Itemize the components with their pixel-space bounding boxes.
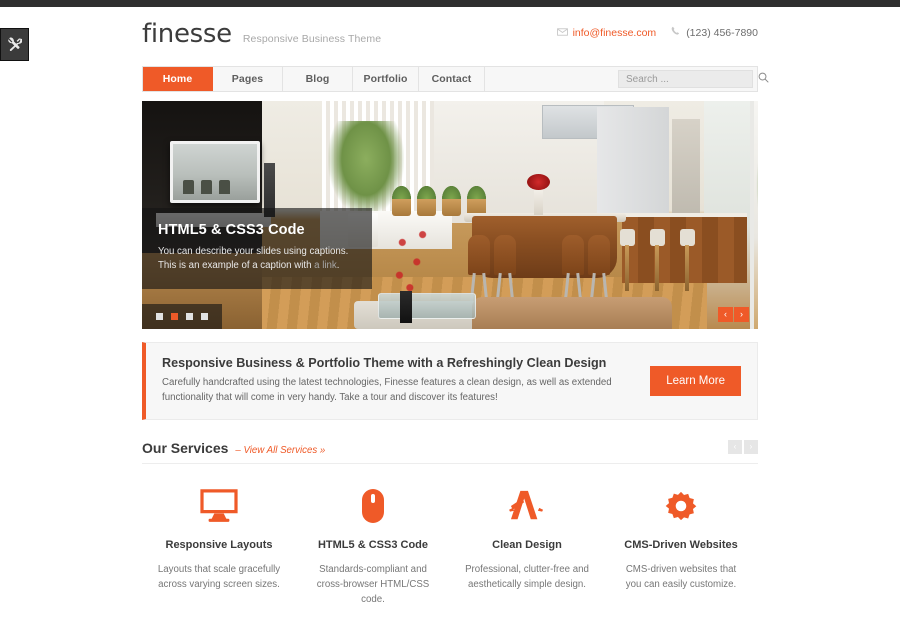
header-email[interactable]: info@finesse.com bbox=[556, 27, 657, 39]
service-name: HTML5 & CSS3 Code bbox=[317, 539, 428, 552]
service-desc: Professional, clutter-free and aesthetic… bbox=[465, 564, 589, 591]
phone-number: (123) 456-7890 bbox=[686, 26, 758, 39]
nav-item-portfolio[interactable]: Portfolio bbox=[353, 67, 419, 91]
email-link[interactable]: info@finesse.com bbox=[573, 27, 657, 39]
callout-banner: Responsive Business & Portfolio Theme wi… bbox=[142, 342, 758, 421]
monitor-icon bbox=[156, 486, 282, 526]
phone-icon bbox=[671, 26, 681, 39]
slider-arrow-controls: ‹ › bbox=[718, 307, 749, 322]
learn-more-button[interactable]: Learn More bbox=[650, 365, 741, 396]
services-section-header: Our Services – View All Services » ‹ › bbox=[142, 420, 758, 465]
header-phone: (123) 456-7890 bbox=[671, 26, 758, 39]
slider-next-chevron-right-icon[interactable]: › bbox=[734, 307, 749, 322]
nav-item-pages[interactable]: Pages bbox=[213, 67, 283, 91]
hero-slider[interactable]: HTML5 & CSS3 Code You can describe your … bbox=[142, 101, 758, 329]
service-desc: Standards-compliant and cross-browser HT… bbox=[316, 564, 430, 606]
slide-caption-tail: . bbox=[336, 259, 340, 271]
envelope-icon bbox=[556, 27, 568, 39]
nav-item-home[interactable]: Home bbox=[143, 67, 213, 91]
pencil-ruler-icon bbox=[464, 486, 590, 526]
callout-body: Responsive Business & Portfolio Theme wi… bbox=[162, 356, 634, 405]
recent-work-section-header: Recent Work – View All Projects » ‹ › bbox=[142, 607, 758, 627]
header-contact-info: info@finesse.com (123) 456-7890 bbox=[556, 26, 758, 39]
view-all-services-link[interactable]: – View All Services » bbox=[235, 445, 325, 456]
services-prev-chevron-left-icon[interactable]: ‹ bbox=[728, 440, 742, 455]
slider-dot-3[interactable] bbox=[186, 313, 193, 320]
search-icon[interactable] bbox=[758, 70, 769, 88]
slide-caption-title: HTML5 & CSS3 Code bbox=[158, 221, 305, 238]
service-item-cms-driven-websites[interactable]: CMS-Driven Websites CMS-driven websites … bbox=[604, 486, 758, 607]
callout-text: Carefully handcrafted using the latest t… bbox=[162, 377, 612, 403]
service-item-clean-design[interactable]: Clean Design Professional, clutter-free … bbox=[450, 486, 604, 607]
site-header: finesse Responsive Business Theme info@f… bbox=[120, 7, 780, 57]
tools-badge-button[interactable] bbox=[0, 28, 29, 61]
main-navigation: Home Pages Blog Portfolio Contact bbox=[142, 66, 769, 92]
services-arrow-controls: ‹ › bbox=[728, 440, 758, 455]
service-name: Responsive Layouts bbox=[165, 539, 273, 552]
slider-dot-1[interactable] bbox=[156, 313, 163, 320]
service-desc: Layouts that scale gracefully across var… bbox=[157, 564, 281, 591]
services-section: Our Services – View All Services » ‹ › R… bbox=[142, 420, 758, 607]
gear-icon bbox=[618, 486, 744, 526]
slider-pagination-dots bbox=[142, 304, 222, 329]
service-name: CMS-Driven Websites bbox=[624, 539, 738, 552]
slide-caption: HTML5 & CSS3 Code You can describe your … bbox=[142, 207, 372, 289]
website-page: finesse Responsive Business Theme info@f… bbox=[120, 7, 780, 627]
nav-item-blog[interactable]: Blog bbox=[283, 67, 353, 91]
top-dark-strip bbox=[0, 0, 900, 7]
site-tagline: Responsive Business Theme bbox=[242, 33, 382, 45]
mouse-icon bbox=[310, 486, 436, 526]
slider-prev-chevron-left-icon[interactable]: ‹ bbox=[718, 307, 733, 322]
screenshot-viewport: finesse Responsive Business Theme info@f… bbox=[0, 0, 900, 627]
search-box[interactable] bbox=[618, 70, 769, 88]
service-item-html5-css3-code[interactable]: HTML5 & CSS3 Code Standards-compliant an… bbox=[296, 486, 450, 607]
slider-dot-4[interactable] bbox=[201, 313, 208, 320]
services-list: Responsive Layouts Layouts that scale gr… bbox=[142, 464, 758, 607]
site-logo: finesse bbox=[142, 19, 232, 49]
slide-caption-link[interactable]: a link bbox=[314, 260, 337, 271]
nav-item-contact[interactable]: Contact bbox=[419, 67, 485, 91]
callout-title: Responsive Business & Portfolio Theme wi… bbox=[162, 356, 607, 370]
logo-area[interactable]: finesse Responsive Business Theme bbox=[142, 19, 381, 49]
service-desc: CMS-driven websites that you can easily … bbox=[625, 564, 737, 591]
service-item-responsive-layouts[interactable]: Responsive Layouts Layouts that scale gr… bbox=[142, 486, 296, 607]
slider-dot-2[interactable] bbox=[171, 313, 178, 320]
service-name: Clean Design bbox=[492, 539, 562, 552]
slide-caption-text: You can describe your slides using capti… bbox=[158, 245, 356, 273]
services-next-chevron-right-icon[interactable]: › bbox=[744, 440, 758, 455]
search-input[interactable] bbox=[626, 73, 758, 85]
tools-wrench-screwdriver-icon bbox=[7, 37, 22, 52]
services-title: Our Services bbox=[142, 440, 229, 457]
recent-work-section: Recent Work – View All Projects » ‹ › bbox=[142, 607, 758, 627]
